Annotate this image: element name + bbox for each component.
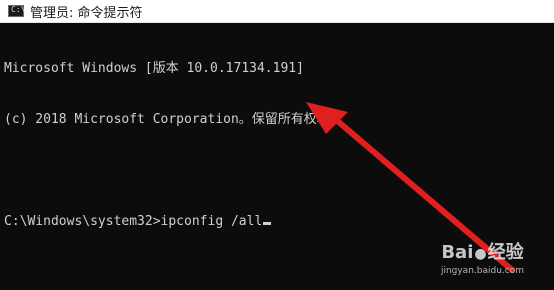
watermark-url: jingyan.baidu.com xyxy=(440,266,524,276)
arrow-head xyxy=(306,102,348,134)
watermark-logo-left: Bai xyxy=(441,242,474,263)
watermark-logo-right: 经验 xyxy=(487,242,524,263)
cmd-window: C:\ 管理员: 命令提示符 Microsoft Windows [版本 10.… xyxy=(0,0,554,290)
watermark-logo: Bai●经验 xyxy=(441,238,524,264)
baidu-jingyan-watermark: Bai●经验 jingyan.baidu.com xyxy=(441,238,524,276)
paw-icon: ● xyxy=(474,246,487,262)
